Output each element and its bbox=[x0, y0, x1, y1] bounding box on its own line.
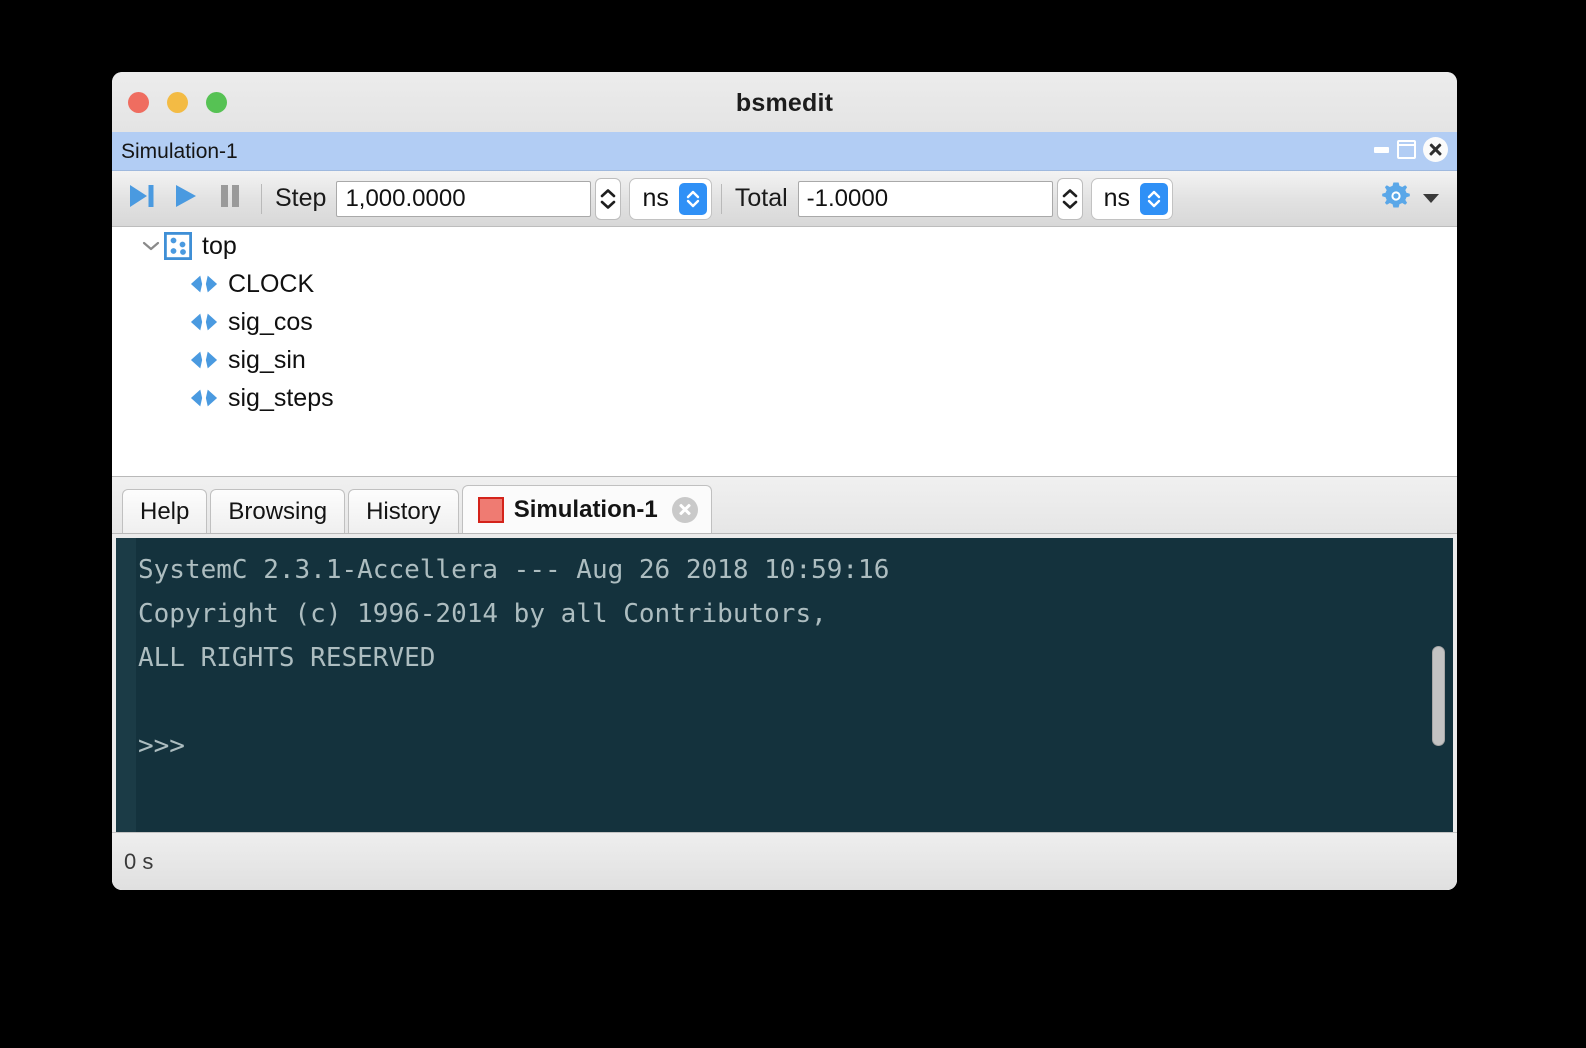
chevron-updown-icon bbox=[678, 182, 707, 215]
application-window: bsmedit Simulation-1 Step 1,000.0000 ns … bbox=[112, 72, 1457, 890]
tree-item-label: sig_sin bbox=[228, 345, 306, 374]
tree-item-label: sig_steps bbox=[228, 383, 334, 412]
tree-item-label: sig_cos bbox=[228, 307, 313, 336]
step-forward-button[interactable] bbox=[120, 179, 164, 219]
signal-icon bbox=[190, 387, 218, 409]
minimize-icon[interactable] bbox=[1373, 141, 1390, 158]
tree-item-sig-sin[interactable]: sig_sin bbox=[112, 341, 1457, 379]
simulation-toolbar: Step 1,000.0000 ns Total -1.0000 ns bbox=[112, 171, 1457, 227]
step-label: Step bbox=[275, 184, 327, 212]
tab-color-swatch bbox=[477, 496, 504, 523]
tab-label: Simulation-1 bbox=[513, 495, 658, 523]
console-text: SystemC 2.3.1-Accellera --- Aug 26 2018 … bbox=[138, 555, 890, 761]
step-unit-value: ns bbox=[642, 184, 669, 212]
status-bar: 0 s bbox=[112, 832, 1457, 890]
window-title: bsmedit bbox=[735, 89, 834, 117]
toolbar-separator-2 bbox=[720, 183, 722, 214]
toolbar-separator bbox=[261, 183, 262, 214]
tree-item-sig-cos[interactable]: sig_cos bbox=[112, 303, 1457, 341]
chevron-updown-icon bbox=[1140, 182, 1169, 215]
chevron-down-icon[interactable] bbox=[138, 239, 164, 253]
settings-group bbox=[1379, 179, 1449, 218]
console-scrollbar-thumb[interactable] bbox=[1432, 646, 1445, 746]
play-icon bbox=[172, 183, 200, 214]
signal-icon bbox=[190, 349, 218, 371]
chevron-down-icon bbox=[601, 200, 616, 209]
step-forward-icon bbox=[127, 183, 157, 214]
mdi-window-buttons bbox=[1373, 137, 1448, 162]
tab-simulation-1[interactable]: Simulation-1 bbox=[461, 485, 712, 533]
total-unit-select[interactable]: ns bbox=[1090, 177, 1174, 220]
tab-browsing[interactable]: Browsing bbox=[210, 489, 346, 533]
tab-label: History bbox=[366, 497, 441, 525]
bottom-tabbar: Help Browsing History Simulation-1 bbox=[112, 477, 1457, 534]
mdi-window-title: Simulation-1 bbox=[121, 140, 238, 163]
tree-item-top[interactable]: top bbox=[112, 227, 1457, 265]
run-button[interactable] bbox=[164, 179, 208, 219]
tab-label: Browsing bbox=[228, 497, 328, 525]
signal-icon bbox=[190, 273, 218, 295]
signal-icon bbox=[190, 311, 218, 333]
screen: bsmedit Simulation-1 Step 1,000.0000 ns … bbox=[0, 0, 1586, 1048]
chevron-up-icon bbox=[601, 188, 616, 197]
total-label: Total bbox=[734, 184, 788, 212]
pause-icon bbox=[217, 183, 243, 214]
console-scrollbar[interactable] bbox=[1431, 542, 1447, 830]
mdi-titlebar[interactable]: Simulation-1 bbox=[112, 132, 1457, 171]
tree-item-sig-steps[interactable]: sig_steps bbox=[112, 379, 1457, 417]
step-input[interactable]: 1,000.0000 bbox=[336, 180, 592, 217]
console-panel: SystemC 2.3.1-Accellera --- Aug 26 2018 … bbox=[112, 534, 1457, 836]
chevron-down-icon[interactable] bbox=[1423, 194, 1439, 203]
restore-icon[interactable] bbox=[1397, 140, 1416, 159]
simulation-time: 0 s bbox=[124, 848, 154, 874]
step-unit-select[interactable]: ns bbox=[629, 177, 712, 220]
module-icon bbox=[164, 232, 192, 260]
tab-label: Help bbox=[140, 497, 190, 525]
tab-history[interactable]: History bbox=[348, 489, 459, 533]
tab-help[interactable]: Help bbox=[122, 489, 208, 533]
step-value-stepper[interactable] bbox=[595, 177, 622, 220]
total-unit-value: ns bbox=[1103, 184, 1131, 212]
tree-item-clock[interactable]: CLOCK bbox=[112, 265, 1457, 303]
chevron-down-icon bbox=[1062, 200, 1077, 209]
chevron-up-icon bbox=[1062, 188, 1077, 197]
signal-tree[interactable]: top CLOCK sig_cos sig_sin sig_steps bbox=[112, 227, 1457, 477]
close-icon[interactable] bbox=[1423, 137, 1448, 162]
tree-item-label: top bbox=[202, 231, 237, 260]
mdi-child-window: Simulation-1 Step 1,000.0000 ns Total -1… bbox=[112, 132, 1457, 890]
gear-icon[interactable] bbox=[1379, 179, 1413, 218]
tab-close-icon[interactable] bbox=[671, 496, 698, 523]
window-titlebar: bsmedit bbox=[112, 72, 1457, 133]
total-input[interactable]: -1.0000 bbox=[797, 180, 1053, 217]
pause-button[interactable] bbox=[208, 179, 252, 219]
total-value-stepper[interactable] bbox=[1056, 177, 1083, 220]
console-gutter bbox=[116, 538, 136, 834]
console-output[interactable]: SystemC 2.3.1-Accellera --- Aug 26 2018 … bbox=[116, 538, 1453, 834]
tree-item-label: CLOCK bbox=[228, 269, 315, 298]
